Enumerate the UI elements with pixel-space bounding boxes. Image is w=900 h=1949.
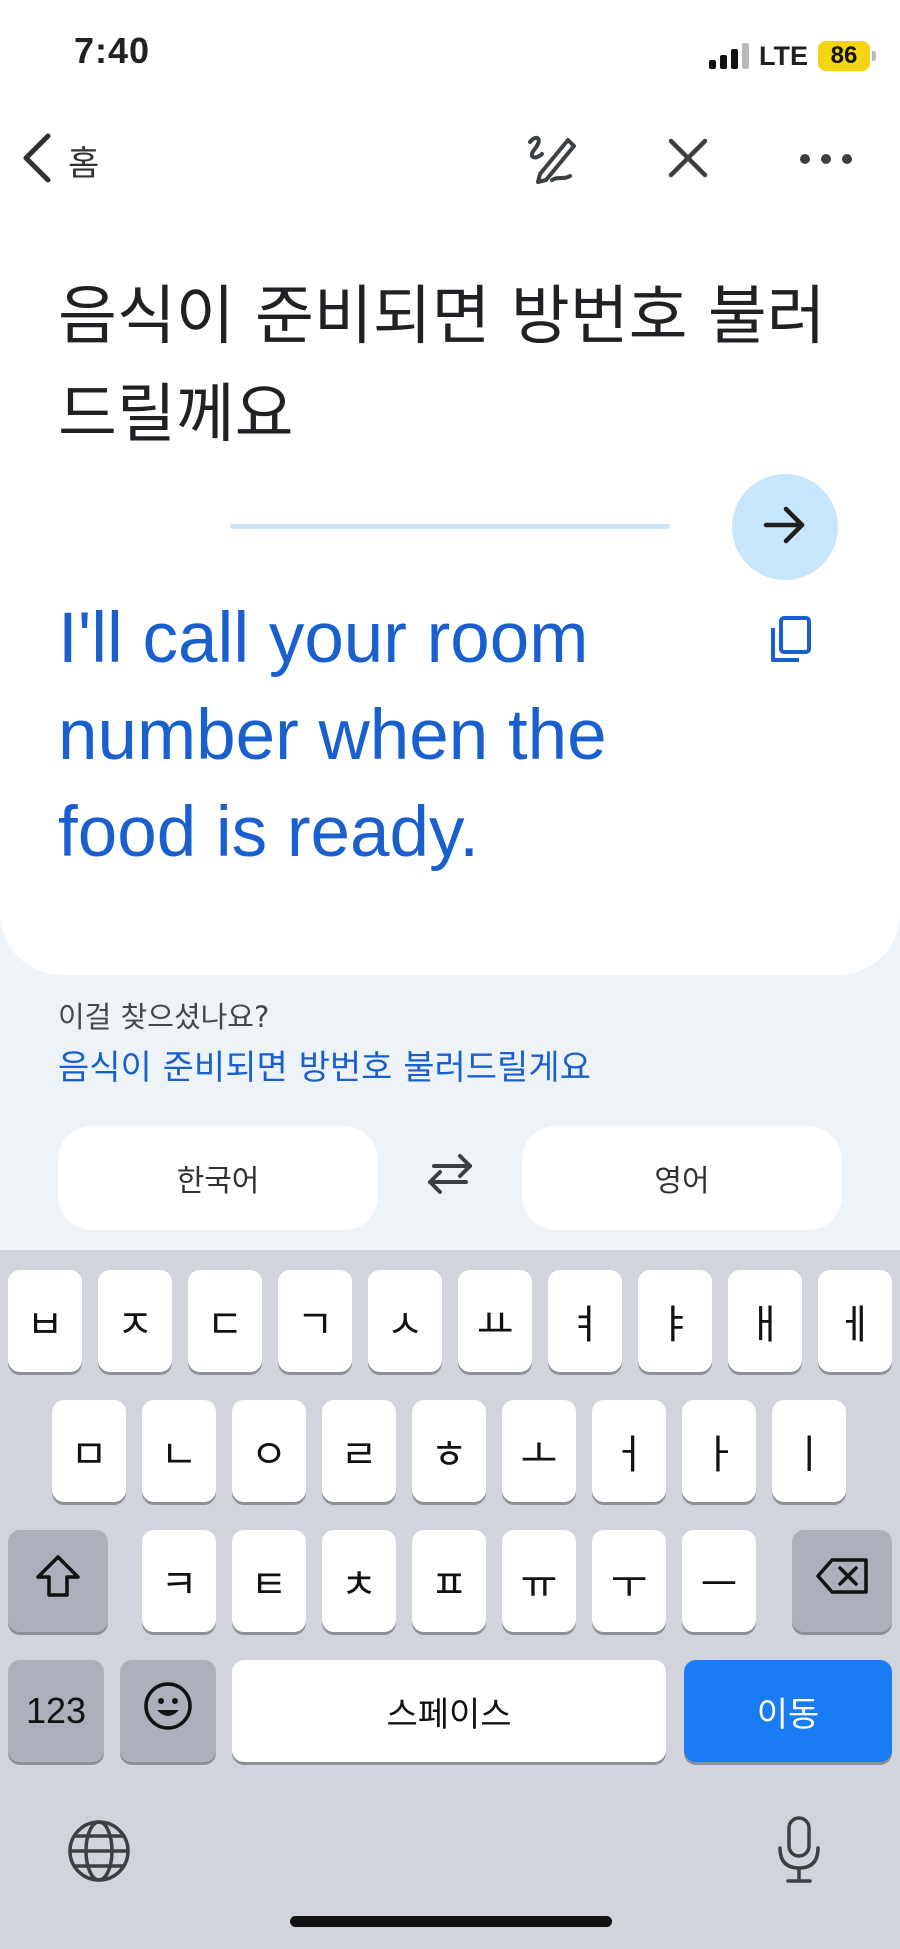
network-type: LTE <box>759 40 808 71</box>
key[interactable]: ㅅ <box>368 1270 442 1372</box>
key[interactable]: ㅣ <box>772 1400 846 1502</box>
translation-text: I'll call your room number when the food… <box>58 599 607 872</box>
backspace-key[interactable] <box>792 1530 892 1632</box>
key[interactable]: ㄹ <box>322 1400 396 1502</box>
more-button[interactable] <box>794 128 858 192</box>
handwriting-button[interactable] <box>520 128 584 192</box>
handwriting-icon <box>522 128 582 192</box>
key[interactable]: ㅡ <box>682 1530 756 1632</box>
progress-divider <box>230 524 670 529</box>
key[interactable]: ㅇ <box>232 1400 306 1502</box>
key[interactable]: ㅏ <box>682 1400 756 1502</box>
suggestion-link[interactable]: 음식이 준비되면 방번호 불러드릴게요 <box>58 1040 591 1089</box>
status-indicators: LTE 86 <box>709 38 876 74</box>
emoji-icon <box>142 1680 194 1742</box>
chevron-left-icon <box>18 130 54 190</box>
source-text-input[interactable]: 음식이 준비되면 방번호 불러드릴께요 <box>58 268 858 464</box>
key[interactable]: ㅑ <box>638 1270 712 1372</box>
copy-icon <box>767 614 813 670</box>
key[interactable]: ㅔ <box>818 1270 892 1372</box>
key[interactable]: ㅕ <box>548 1270 622 1372</box>
target-language-button[interactable]: 영어 <box>522 1126 842 1230</box>
key[interactable]: ㅠ <box>502 1530 576 1632</box>
battery-level: 86 <box>830 42 858 69</box>
status-time: 7:40 <box>74 30 151 71</box>
key[interactable]: ㅊ <box>322 1530 396 1632</box>
back-label: 홈 <box>68 143 100 184</box>
globe-button[interactable] <box>64 1818 134 1888</box>
more-icon <box>798 151 854 170</box>
globe-icon <box>66 1818 132 1888</box>
numbers-key[interactable]: 123 <box>8 1660 104 1762</box>
emoji-key[interactable] <box>120 1660 216 1762</box>
key[interactable]: ㅌ <box>232 1530 306 1632</box>
home-indicator <box>290 1916 612 1927</box>
suggestion-label: 이걸 찾으셨나요? <box>58 1000 270 1034</box>
key[interactable]: ㅜ <box>592 1530 666 1632</box>
swap-languages-button[interactable] <box>418 1144 482 1208</box>
arrow-right-icon <box>762 505 808 549</box>
close-button[interactable] <box>656 128 720 192</box>
battery-icon: 86 <box>818 41 876 71</box>
space-key[interactable]: 스페이스 <box>232 1660 666 1762</box>
enter-key[interactable]: 이동 <box>684 1660 892 1762</box>
microphone-button[interactable] <box>764 1812 834 1892</box>
key[interactable]: ㄴ <box>142 1400 216 1502</box>
key[interactable]: ㅎ <box>412 1400 486 1502</box>
source-language-button[interactable]: 한국어 <box>58 1126 378 1230</box>
close-icon <box>665 135 711 185</box>
microphone-icon <box>774 1814 824 1890</box>
translate-button[interactable] <box>732 474 838 580</box>
shift-key[interactable] <box>8 1530 108 1632</box>
key[interactable]: ㅈ <box>98 1270 172 1372</box>
key[interactable]: ㅂ <box>8 1270 82 1372</box>
backspace-icon <box>814 1556 870 1606</box>
key[interactable]: ㄱ <box>278 1270 352 1372</box>
key[interactable]: ㄷ <box>188 1270 262 1372</box>
key[interactable]: ㅗ <box>502 1400 576 1502</box>
swap-icon <box>424 1152 476 1200</box>
key[interactable]: ㅍ <box>412 1530 486 1632</box>
key[interactable]: ㅐ <box>728 1270 802 1372</box>
key[interactable]: ㅋ <box>142 1530 216 1632</box>
copy-button[interactable] <box>758 610 822 674</box>
shift-icon <box>34 1553 82 1609</box>
key[interactable]: ㅛ <box>458 1270 532 1372</box>
back-button[interactable]: 홈 <box>18 130 99 190</box>
signal-icon <box>709 43 749 69</box>
key[interactable]: ㅁ <box>52 1400 126 1502</box>
key[interactable]: ㅓ <box>592 1400 666 1502</box>
